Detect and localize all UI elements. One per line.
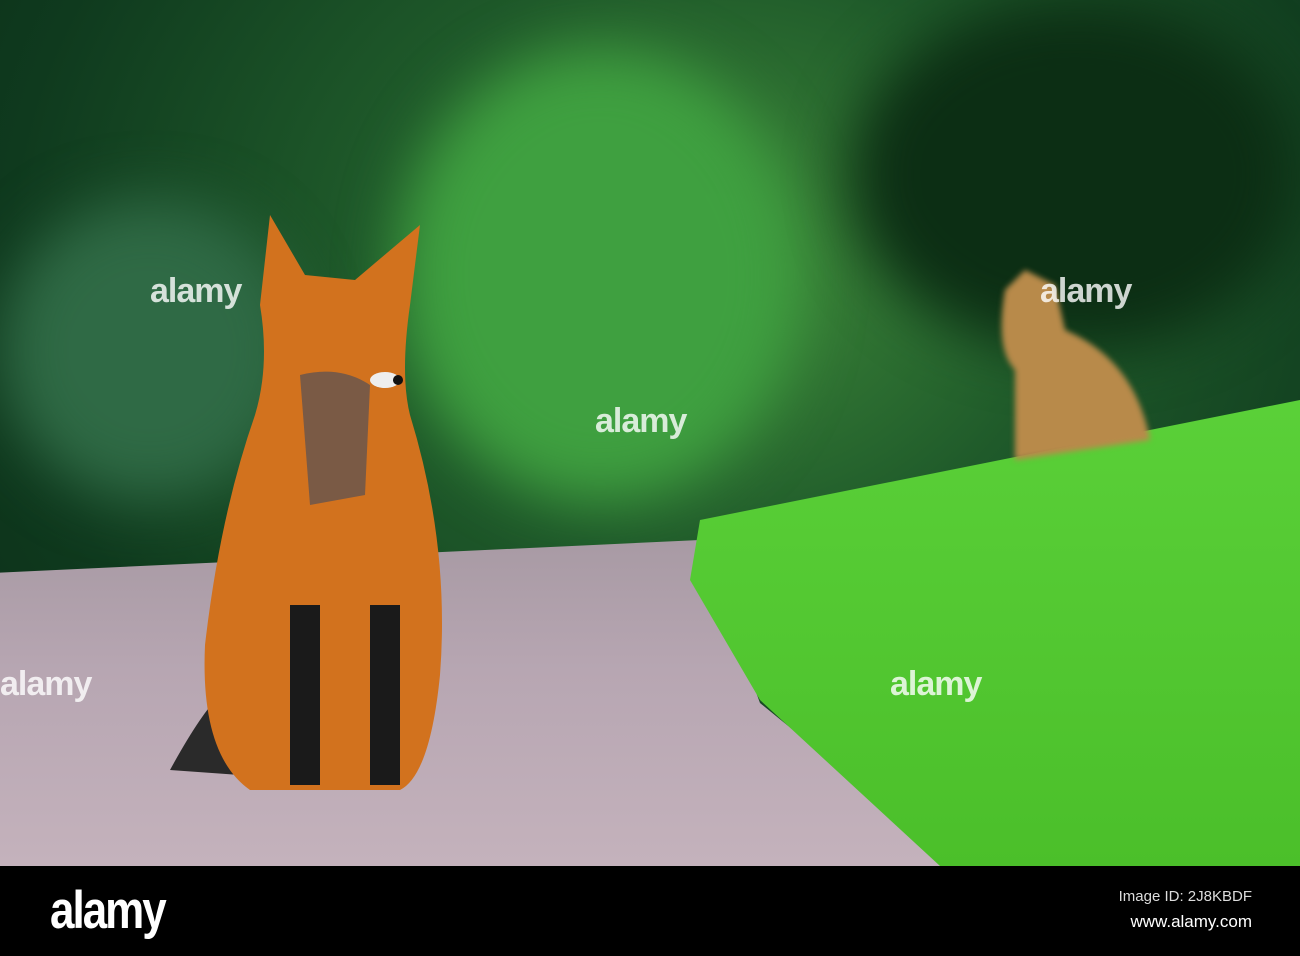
watermark: alamy: [0, 665, 92, 703]
watermark: alamy: [595, 402, 687, 440]
watermark: alamy: [150, 272, 242, 310]
alamy-logo: alamy: [50, 881, 167, 940]
watermark: alamy: [1040, 272, 1132, 310]
footer-bar: alamy Image ID: 2J8KBDF www.alamy.com: [0, 866, 1300, 956]
image-id: Image ID: 2J8KBDF: [1118, 888, 1252, 905]
watermark: alamy: [890, 665, 982, 703]
watermark-layer: alamy alamy alamy alamy alamy: [0, 0, 1300, 866]
site-url: www.alamy.com: [1130, 912, 1252, 931]
photo: alamy alamy alamy alamy alamy: [0, 0, 1300, 866]
